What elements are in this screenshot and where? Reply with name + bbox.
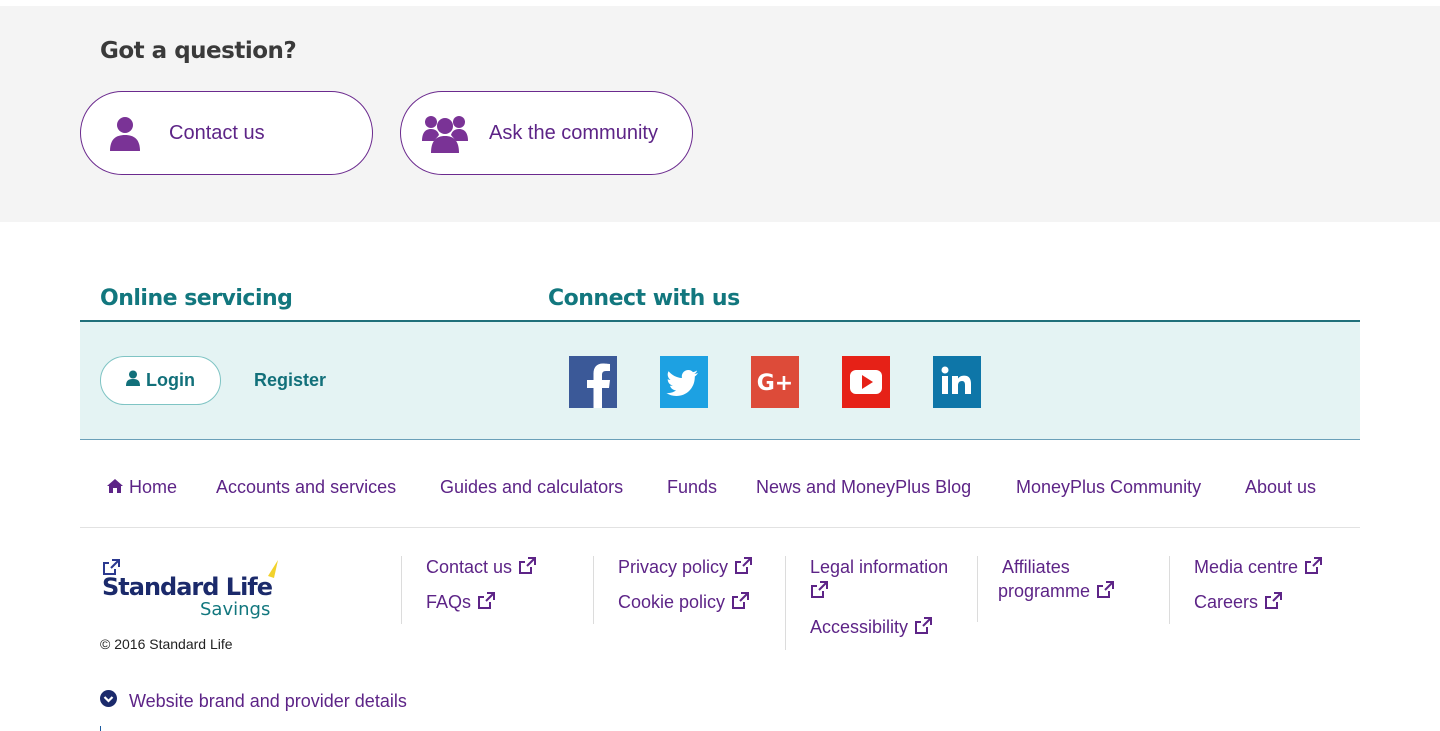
footer-contact-us[interactable]: Contact us xyxy=(426,555,537,579)
column-divider xyxy=(593,556,594,624)
column-divider xyxy=(401,556,402,624)
linkedin-icon[interactable] xyxy=(933,356,981,408)
contact-us-button[interactable]: Contact us xyxy=(80,91,373,175)
divider-tick xyxy=(100,726,101,731)
footer-legal-information[interactable]: Legal information xyxy=(810,555,948,603)
facebook-icon[interactable] xyxy=(569,356,617,408)
google-plus-icon[interactable]: G+ xyxy=(751,356,799,408)
youtube-icon[interactable] xyxy=(842,356,890,408)
footer-cookie-policy[interactable]: Cookie policy xyxy=(618,590,750,614)
login-label: Login xyxy=(146,370,195,390)
footer-affiliates-programme[interactable]: Affiliates programme xyxy=(998,555,1115,603)
footer-nav: Home Accounts and services Guides and ca… xyxy=(80,452,1360,528)
external-link-icon xyxy=(1265,592,1283,609)
external-link-icon xyxy=(732,592,750,609)
twitter-icon[interactable] xyxy=(660,356,708,408)
footer-affiliates-label-line2: programme xyxy=(998,581,1091,601)
standard-life-logo[interactable]: Standard Life Savings xyxy=(100,558,290,624)
external-link-icon xyxy=(519,557,537,574)
online-servicing-band: Login Register G+ xyxy=(80,320,1360,440)
footer-privacy-policy[interactable]: Privacy policy xyxy=(618,555,753,579)
nav-about[interactable]: About us xyxy=(1245,477,1316,498)
external-link-icon xyxy=(478,592,496,609)
svg-text:Savings: Savings xyxy=(200,599,270,620)
brand-details-label: Website brand and provider details xyxy=(129,690,407,711)
contact-us-label: Contact us xyxy=(169,121,265,144)
home-icon xyxy=(107,477,123,498)
footer-media-centre-label: Media centre xyxy=(1194,557,1299,577)
footer-privacy-policy-label: Privacy policy xyxy=(618,557,729,577)
external-link-icon xyxy=(1305,557,1323,574)
footer-contact-us-label: Contact us xyxy=(426,557,513,577)
users-group-icon xyxy=(401,113,489,153)
svg-text:Standard Life: Standard Life xyxy=(102,573,273,601)
column-divider xyxy=(977,556,978,622)
nav-news[interactable]: News and MoneyPlus Blog xyxy=(756,477,971,498)
brand-details-toggle[interactable]: Website brand and provider details xyxy=(100,690,407,712)
footer-accessibility-label: Accessibility xyxy=(810,617,909,637)
copyright: © 2016 Standard Life xyxy=(100,636,233,652)
external-link-icon xyxy=(103,559,120,575)
nav-funds[interactable]: Funds xyxy=(667,477,717,498)
nav-home[interactable]: Home xyxy=(107,477,177,498)
footer-accessibility[interactable]: Accessibility xyxy=(810,615,933,639)
footer-careers-label: Careers xyxy=(1194,592,1259,612)
nav-home-label: Home xyxy=(129,477,178,497)
footer-legal-information-label: Legal information xyxy=(810,557,949,577)
user-icon xyxy=(81,115,169,151)
footer-faqs[interactable]: FAQs xyxy=(426,590,496,614)
external-link-icon xyxy=(1097,581,1115,598)
question-band: Got a question? Contact us Ask the commu… xyxy=(0,6,1440,222)
column-divider xyxy=(1169,556,1170,624)
online-servicing-heading: Online servicing xyxy=(100,286,293,311)
footer-careers[interactable]: Careers xyxy=(1194,590,1283,614)
external-link-icon xyxy=(735,557,753,574)
external-link-icon xyxy=(811,581,828,598)
footer-media-centre[interactable]: Media centre xyxy=(1194,555,1323,579)
external-link-icon xyxy=(915,617,933,634)
user-icon xyxy=(126,370,140,391)
ask-community-label: Ask the community xyxy=(489,121,658,144)
nav-accounts[interactable]: Accounts and services xyxy=(216,477,396,498)
ask-community-button[interactable]: Ask the community xyxy=(400,91,693,175)
footer-affiliates-label-line1: Affiliates xyxy=(1002,557,1070,577)
register-link[interactable]: Register xyxy=(254,370,326,391)
nav-guides[interactable]: Guides and calculators xyxy=(440,477,623,498)
column-divider xyxy=(785,556,786,650)
connect-heading: Connect with us xyxy=(548,286,740,311)
footer-faqs-label: FAQs xyxy=(426,592,472,612)
footer-cookie-policy-label: Cookie policy xyxy=(618,592,726,612)
nav-community[interactable]: MoneyPlus Community xyxy=(1016,477,1201,498)
svg-text:G+: G+ xyxy=(757,371,794,396)
question-title: Got a question? xyxy=(100,38,297,64)
login-button[interactable]: Login xyxy=(100,356,221,405)
chevron-down-circle-icon xyxy=(100,690,117,712)
